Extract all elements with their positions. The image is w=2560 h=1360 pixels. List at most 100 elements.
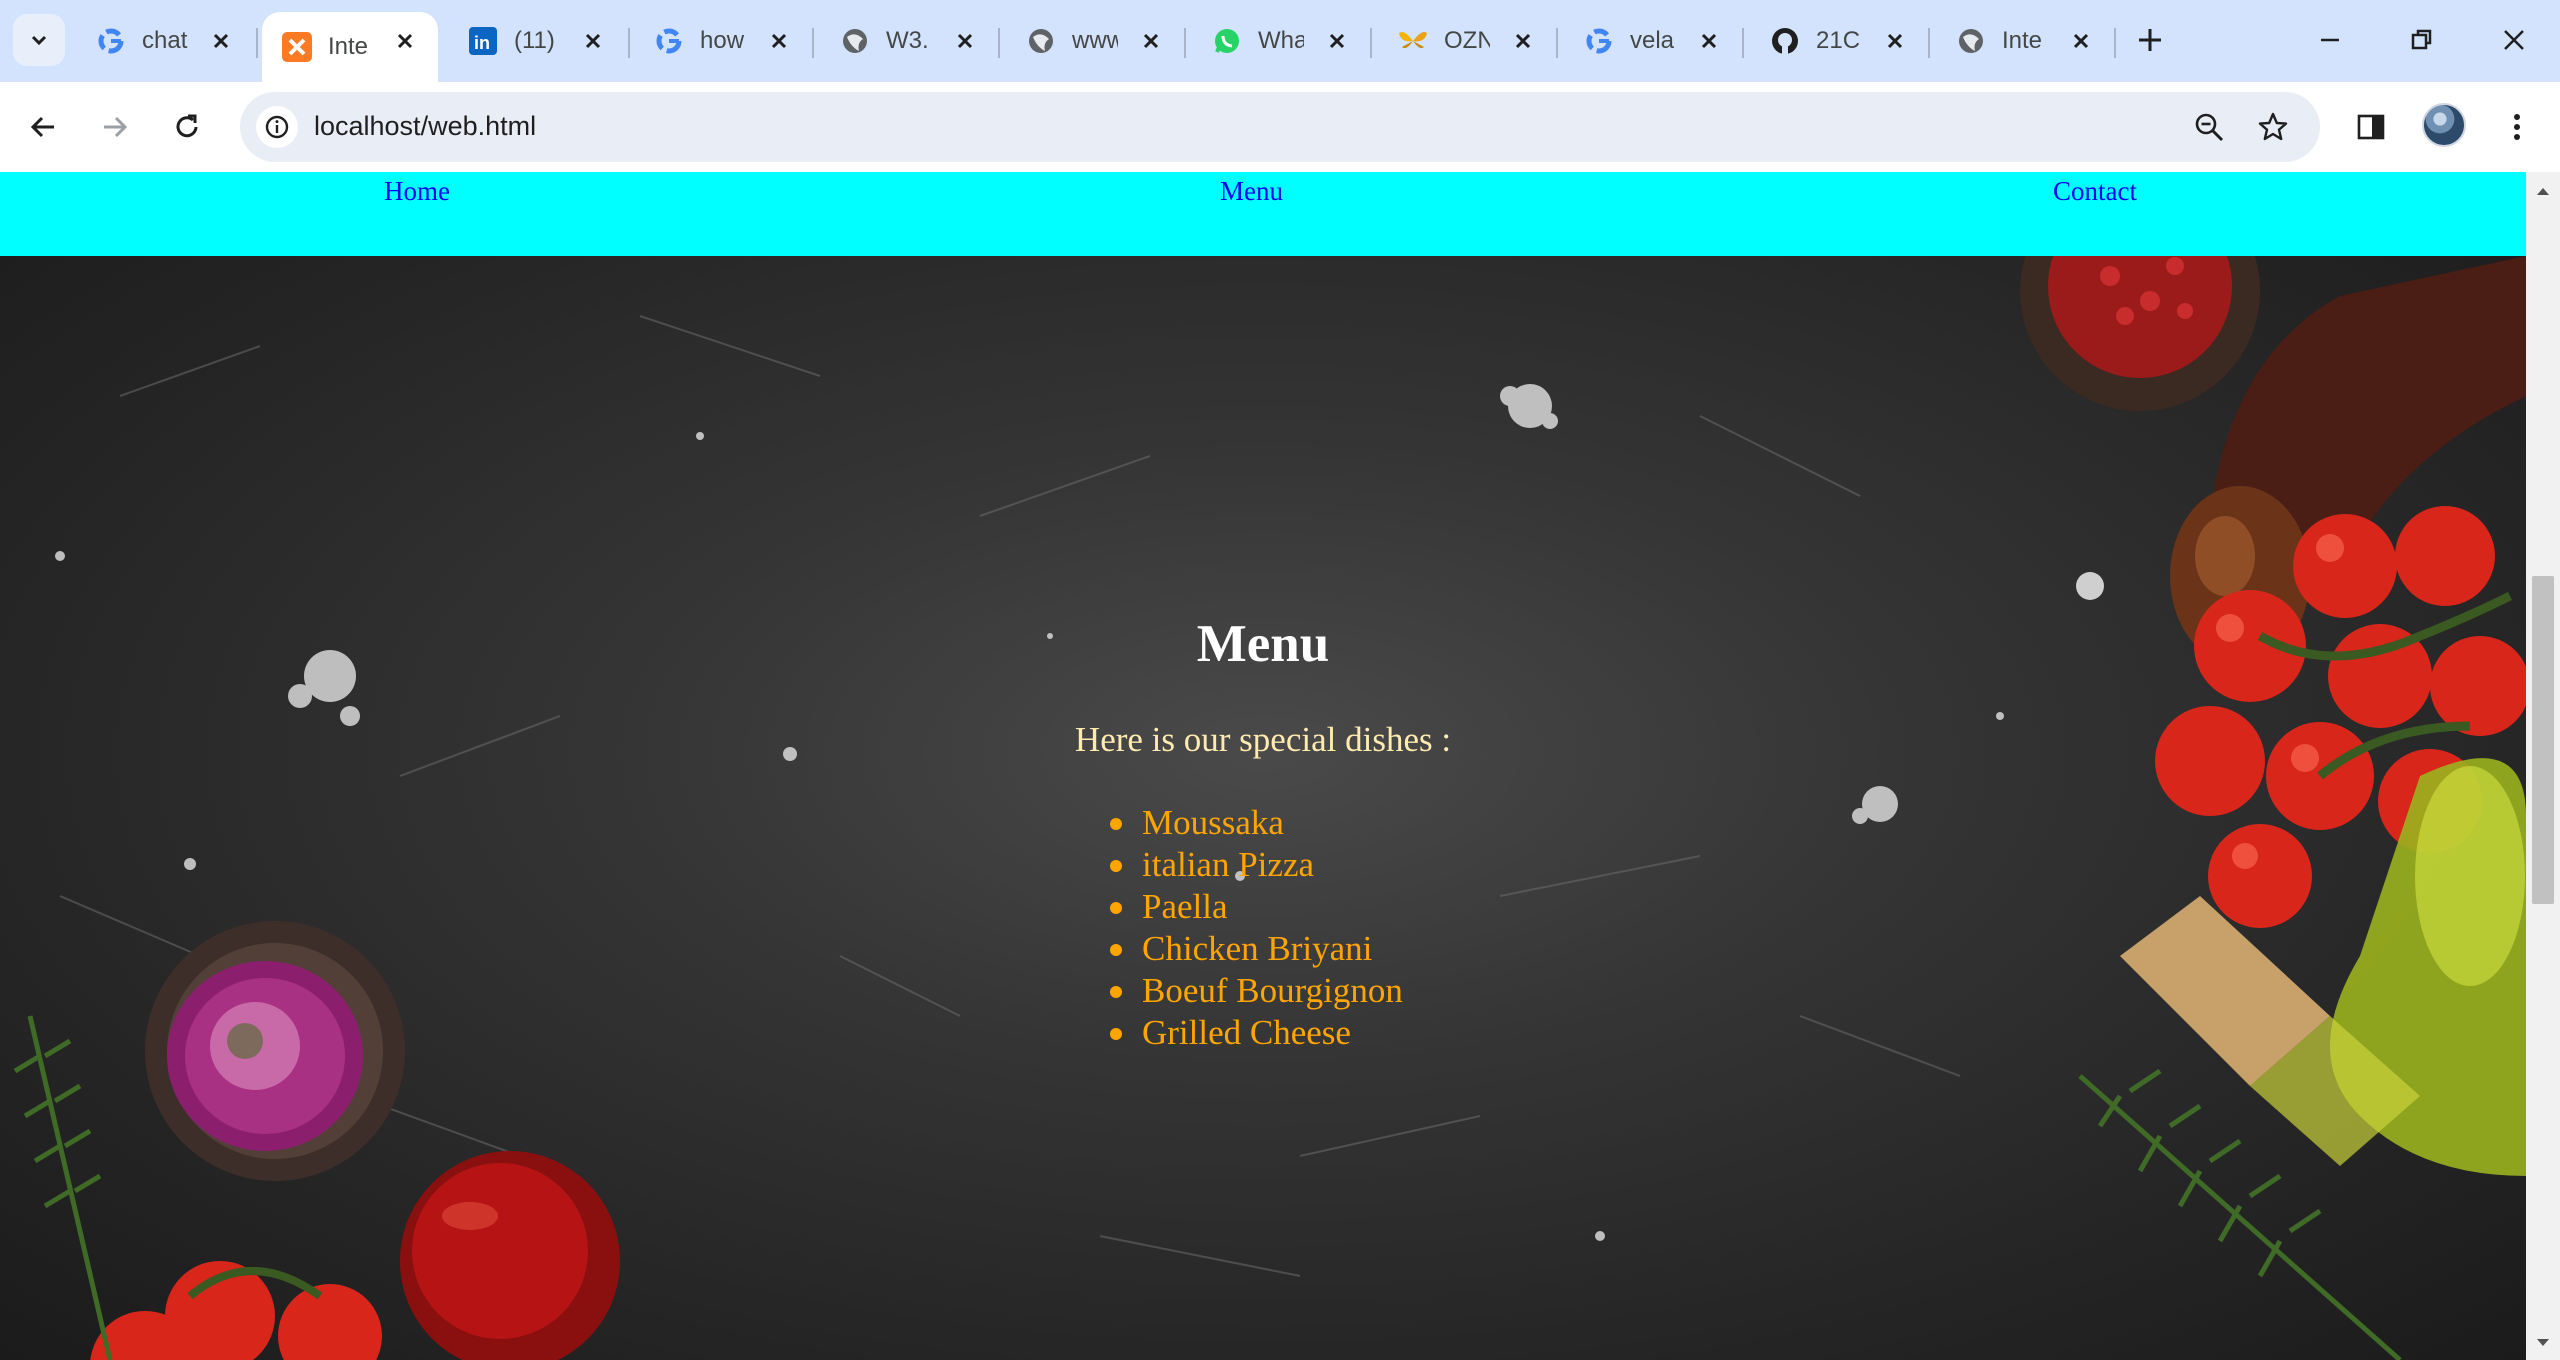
tab-title: Wha: [1258, 27, 1304, 54]
whatsapp-icon: [1212, 26, 1242, 56]
close-icon[interactable]: [764, 26, 794, 56]
triangle-down-icon: [2537, 1339, 2549, 1346]
scroll-up-arrow[interactable]: [2534, 182, 2552, 200]
browser-tab[interactable]: 21C: [1742, 12, 1928, 70]
more-vert-icon: [2514, 114, 2520, 140]
menu-section: Menu Here is our special dishes : Moussa…: [0, 256, 2526, 1360]
list-item: italian Pizza: [1110, 844, 1403, 886]
tab-title: W3.: [886, 27, 929, 54]
browser-tab[interactable]: in (11): [440, 12, 626, 70]
browser-tab[interactable]: Wha: [1184, 12, 1370, 70]
close-icon[interactable]: [2066, 26, 2096, 56]
zoom-out-icon: [2195, 113, 2224, 142]
close-icon: [2504, 30, 2524, 50]
browser-tab[interactable]: chat: [68, 12, 254, 70]
site-info-button[interactable]: [256, 106, 298, 148]
side-panel-icon: [2357, 114, 2385, 140]
butterfly-icon: [1398, 26, 1428, 56]
url-text[interactable]: localhost/web.html: [314, 111, 536, 142]
browser-tab[interactable]: how: [626, 12, 812, 70]
restore-icon: [2411, 29, 2432, 50]
star-icon: [2258, 112, 2288, 141]
tab-title: OZN: [1444, 27, 1490, 54]
linkedin-icon: in: [468, 26, 498, 56]
google-icon: [1584, 26, 1614, 56]
minimize-icon: [2321, 38, 2339, 42]
zoom-button[interactable]: [2186, 104, 2232, 150]
chevron-down-icon: [31, 35, 47, 46]
tab-separator: [2114, 28, 2116, 58]
minimize-button[interactable]: [2308, 18, 2352, 62]
browser-menu-button[interactable]: [2494, 104, 2540, 150]
close-icon[interactable]: [1694, 26, 1724, 56]
google-icon: [96, 26, 126, 56]
restore-button[interactable]: [2400, 18, 2444, 62]
nav-link-menu[interactable]: Menu: [1220, 176, 1283, 207]
reload-icon: [176, 114, 198, 138]
close-icon[interactable]: [1508, 26, 1538, 56]
page-viewport: Home Menu Contact Menu Here is our speci…: [0, 172, 2526, 1360]
menu-intro-text: Here is our special dishes :: [1074, 720, 1452, 759]
list-item: Paella: [1110, 886, 1403, 928]
tab-title: vela: [1630, 27, 1675, 54]
close-icon[interactable]: [1322, 26, 1352, 56]
browser-tab[interactable]: W3.: [812, 12, 998, 70]
close-icon[interactable]: [950, 26, 980, 56]
svg-text:in: in: [474, 33, 490, 53]
browser-tab-active[interactable]: Inte: [262, 12, 438, 82]
plus-icon: [2139, 29, 2161, 51]
nav-link-home[interactable]: Home: [384, 176, 450, 207]
close-icon[interactable]: [1136, 26, 1166, 56]
list-item: Chicken Briyani: [1110, 928, 1403, 970]
xampp-icon: [282, 32, 312, 62]
list-item: Moussaka: [1110, 802, 1403, 844]
tab-title: Inte: [328, 33, 369, 60]
list-item: Boeuf Bourgignon: [1110, 970, 1403, 1012]
browser-tab[interactable]: www: [998, 12, 1184, 70]
tab-separator: [256, 28, 258, 58]
browser-tab[interactable]: vela: [1556, 12, 1742, 70]
google-icon: [654, 26, 684, 56]
github-icon: [1770, 26, 1800, 56]
list-item: Grilled Cheese: [1110, 1012, 1403, 1054]
browser-toolbar: localhost/web.html: [0, 82, 2560, 172]
new-tab-button[interactable]: [2130, 20, 2170, 60]
arrow-right-icon: [104, 116, 128, 138]
browser-tab[interactable]: Inte: [1928, 12, 2114, 70]
menu-section-background: Menu Here is our special dishes : Moussa…: [0, 256, 2526, 1360]
tab-title: www: [1072, 27, 1118, 54]
tab-title: how: [700, 27, 745, 54]
side-panel-button[interactable]: [2348, 104, 2394, 150]
tab-title: 21C: [1816, 27, 1861, 54]
back-button[interactable]: [20, 104, 66, 150]
info-icon: [265, 115, 289, 139]
site-navbar: Home Menu Contact: [0, 172, 2526, 256]
browser-tab[interactable]: OZN: [1370, 12, 1556, 70]
dish-list: Moussaka italian Pizza Paella Chicken Br…: [1110, 802, 1403, 1054]
tab-title: Inte: [2002, 27, 2043, 54]
close-icon[interactable]: [1880, 26, 1910, 56]
nav-link-contact[interactable]: Contact: [2053, 176, 2137, 207]
tab-title: (11): [514, 27, 555, 54]
close-icon[interactable]: [390, 26, 420, 56]
globe-icon: [1026, 26, 1056, 56]
triangle-up-icon: [2537, 188, 2549, 195]
forward-button[interactable]: [92, 104, 138, 150]
tab-strip: chat Inte in (11) how W3. www Wha OZN ve…: [0, 0, 2560, 82]
tab-title: chat: [142, 27, 188, 54]
globe-icon: [1956, 26, 1986, 56]
vertical-scrollbar[interactable]: [2526, 172, 2560, 1360]
close-icon[interactable]: [206, 26, 236, 56]
scroll-down-arrow[interactable]: [2534, 1334, 2552, 1352]
close-window-button[interactable]: [2492, 18, 2536, 62]
bookmark-button[interactable]: [2250, 104, 2296, 150]
arrow-left-icon: [30, 116, 54, 138]
close-icon[interactable]: [578, 26, 608, 56]
globe-icon: [840, 26, 870, 56]
profile-avatar[interactable]: [2422, 103, 2466, 147]
page-title: Menu: [1196, 615, 1330, 673]
address-bar[interactable]: localhost/web.html: [240, 92, 2320, 162]
tab-search-button[interactable]: [13, 14, 65, 66]
scrollbar-thumb[interactable]: [2532, 576, 2554, 904]
reload-button[interactable]: [164, 104, 210, 150]
